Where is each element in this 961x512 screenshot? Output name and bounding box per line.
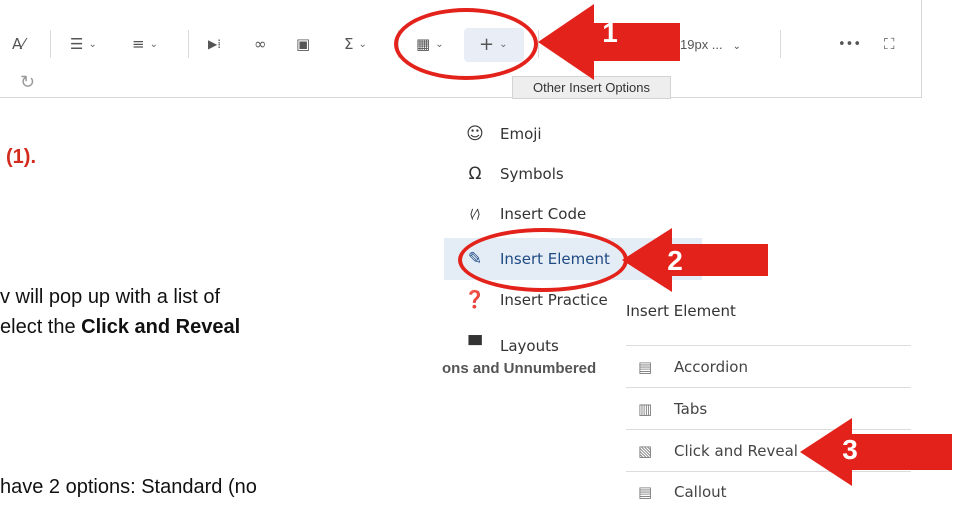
chevron-down-icon: ⌄ [88, 38, 97, 50]
image-icon: ▣ [296, 35, 311, 53]
toolbar-divider [188, 30, 189, 58]
code-icon: ⟨⁄⟩ [469, 207, 481, 221]
chevron-down-icon: ⌄ [358, 38, 367, 50]
redo-icon: ↻ [20, 72, 36, 92]
fullscreen-icon: ⛶ [884, 35, 895, 53]
link-icon: ∞ [254, 35, 267, 53]
chevron-down-icon: ⌄ [732, 41, 742, 52]
menu-item-label: Layouts [500, 337, 559, 355]
align-dropdown[interactable]: ☰ ⌄ [70, 33, 97, 55]
equation-dropdown[interactable]: Σ ⌄ [344, 33, 367, 55]
tabs-icon: ▥ [638, 399, 653, 418]
equation-icon: Σ [344, 35, 354, 53]
doc-line-3-bold: Click and Reveal [81, 316, 241, 338]
element-label: Tabs [674, 399, 708, 418]
link-button[interactable]: ∞ [254, 33, 267, 55]
text-direction-icon[interactable]: A⁄ [12, 33, 25, 55]
redo-button[interactable]: ↻ [20, 72, 35, 93]
doc-line-3: elect the Click and Reveal [0, 316, 240, 339]
list-icon: ≡ [132, 35, 145, 53]
accordion-icon: ▤ [638, 357, 653, 376]
callout-number-1: 1 [602, 17, 618, 48]
menu-item-emoji[interactable]: ☺ Emoji [444, 114, 702, 154]
element-tabs[interactable]: ▥ Tabs [626, 387, 911, 429]
toolbar-divider [50, 30, 51, 58]
list-dropdown[interactable]: ≡ ⌄ [132, 33, 158, 55]
more-options-button[interactable]: ••• [838, 33, 861, 55]
element-callout[interactable]: ▤ Callout [626, 471, 911, 512]
element-label: Click and Reveal [674, 441, 798, 460]
fullscreen-button[interactable]: ⛶ [884, 33, 895, 55]
text-direction-glyph: A⁄ [12, 35, 25, 53]
element-label: Callout [674, 483, 727, 501]
font-size-value: 19px ... [680, 37, 723, 52]
element-accordion[interactable]: ▤ Accordion [626, 345, 911, 387]
toolbar-divider [780, 30, 781, 58]
align-icon: ☰ [70, 35, 84, 53]
question-icon: ❓ [464, 290, 486, 310]
media-icon: ▶⁞ [208, 37, 222, 51]
doc-line-1: (1). [6, 146, 36, 168]
doc-line-4: have 2 options: Standard (no [0, 476, 257, 498]
layout-icon: ▀ [468, 336, 482, 356]
doc-line-3-prefix: elect the [0, 316, 82, 338]
image-button[interactable]: ▣ [296, 33, 310, 55]
menu-item-label: Insert Practice [500, 291, 608, 309]
omega-icon: Ω [468, 164, 482, 184]
menu-item-label: Insert Code [500, 205, 587, 223]
menu-item-symbols[interactable]: Ω Symbols [444, 154, 702, 194]
more-icon: ••• [838, 36, 862, 52]
highlight-circle-1 [394, 8, 538, 80]
chevron-down-icon: ⌄ [149, 38, 158, 50]
menu-item-label: Symbols [500, 165, 564, 183]
callout-number-3: 3 [842, 434, 858, 465]
insert-element-title: Insert Element [626, 302, 736, 320]
media-button[interactable]: ▶⁞ [208, 33, 221, 55]
obscured-text: ons and Unnumbered [442, 360, 597, 377]
doc-line-2: v will pop up with a list of [0, 286, 221, 308]
emoji-icon: ☺ [466, 124, 484, 144]
click-reveal-icon: ▧ [638, 441, 653, 460]
highlight-circle-2 [458, 228, 628, 292]
callout-number-2: 2 [667, 245, 683, 276]
element-label: Accordion [674, 357, 748, 376]
menu-item-label: Emoji [500, 125, 542, 143]
callout-icon: ▤ [638, 483, 653, 501]
font-size-dropdown[interactable]: 19px ... ⌄ [680, 37, 741, 52]
